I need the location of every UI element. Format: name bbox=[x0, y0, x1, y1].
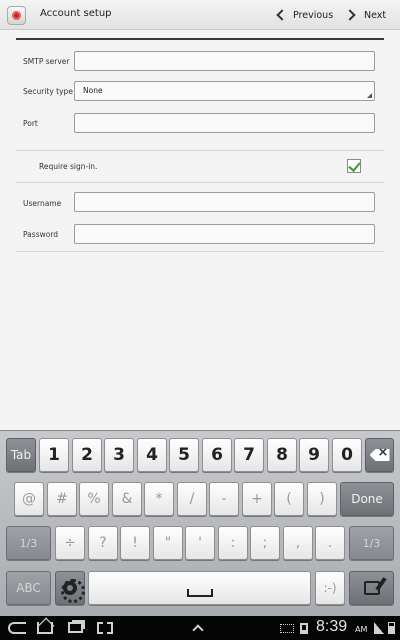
username-label: Username bbox=[23, 199, 62, 208]
key-6[interactable]: 6 bbox=[202, 438, 232, 472]
key-colon[interactable]: : bbox=[218, 526, 248, 560]
key-4[interactable]: 4 bbox=[137, 438, 167, 472]
next-label: Next bbox=[364, 9, 387, 21]
password-label: Password bbox=[23, 230, 59, 239]
port-label: Port bbox=[23, 119, 38, 128]
divider bbox=[16, 182, 384, 183]
action-bar: Account setup Previous Next bbox=[0, 0, 400, 30]
key-plus[interactable]: + bbox=[242, 482, 272, 516]
dropdown-arrow-icon bbox=[367, 93, 372, 98]
key-2[interactable]: 2 bbox=[72, 438, 102, 472]
require-signin-label: Require sign-in. bbox=[39, 162, 98, 171]
key-hash[interactable]: # bbox=[47, 482, 77, 516]
key-1[interactable]: 1 bbox=[39, 438, 69, 472]
screenshot-icon[interactable] bbox=[97, 622, 113, 634]
key-open-paren[interactable]: ( bbox=[274, 482, 304, 516]
key-semicolon[interactable]: ; bbox=[250, 526, 280, 560]
smtp-server-field[interactable] bbox=[74, 51, 375, 71]
smiley-key[interactable]: :-) bbox=[315, 571, 345, 605]
next-button[interactable]: Next bbox=[344, 6, 387, 24]
key-period[interactable]: . bbox=[315, 526, 345, 560]
done-key[interactable]: Done bbox=[340, 482, 394, 516]
gear-icon bbox=[61, 579, 85, 603]
key-divide[interactable]: ÷ bbox=[55, 526, 85, 560]
email-app-icon bbox=[7, 6, 26, 25]
usb-icon bbox=[300, 623, 308, 634]
back-icon[interactable] bbox=[8, 622, 26, 634]
key-close-paren[interactable]: ) bbox=[307, 482, 337, 516]
key-asterisk[interactable]: * bbox=[144, 482, 174, 516]
chevron-left-icon bbox=[276, 9, 288, 21]
key-double-quote[interactable]: " bbox=[153, 526, 183, 560]
key-minus[interactable]: - bbox=[209, 482, 239, 516]
page-title: Account setup bbox=[40, 8, 112, 19]
system-bar: 8:39 AM bbox=[0, 616, 400, 640]
divider bbox=[16, 150, 384, 151]
key-5[interactable]: 5 bbox=[169, 438, 199, 472]
page-left-key[interactable]: 1/3 bbox=[6, 526, 51, 560]
security-type-select[interactable]: None bbox=[74, 81, 375, 101]
key-3[interactable]: 3 bbox=[104, 438, 134, 472]
backspace-key[interactable] bbox=[365, 438, 394, 472]
account-form: SMTP server Security type None Port Requ… bbox=[0, 30, 400, 430]
port-field[interactable] bbox=[74, 113, 375, 133]
chevron-up-icon[interactable] bbox=[192, 624, 204, 636]
security-type-label: Security type bbox=[23, 87, 73, 96]
key-slash[interactable]: / bbox=[177, 482, 207, 516]
tab-key[interactable]: Tab bbox=[6, 438, 36, 472]
key-9[interactable]: 9 bbox=[299, 438, 329, 472]
clock-ampm: AM bbox=[355, 625, 368, 634]
key-question[interactable]: ? bbox=[88, 526, 118, 560]
key-8[interactable]: 8 bbox=[267, 438, 297, 472]
key-single-quote[interactable]: ' bbox=[185, 526, 215, 560]
clock-time: 8:39 bbox=[316, 618, 348, 635]
keyboard-icon bbox=[280, 624, 294, 633]
space-icon bbox=[186, 589, 213, 597]
username-field[interactable] bbox=[74, 192, 375, 212]
previous-label: Previous bbox=[293, 9, 334, 21]
key-0[interactable]: 0 bbox=[332, 438, 362, 472]
key-comma[interactable]: , bbox=[283, 526, 313, 560]
divider bbox=[16, 251, 384, 252]
clipboard-key[interactable] bbox=[349, 571, 394, 605]
battery-icon bbox=[388, 622, 395, 634]
smtp-server-label: SMTP server bbox=[23, 57, 70, 66]
backspace-icon bbox=[369, 449, 390, 461]
settings-key[interactable] bbox=[55, 571, 85, 605]
header-rule bbox=[16, 38, 384, 40]
password-field[interactable] bbox=[74, 224, 375, 244]
clipboard-edit-icon bbox=[363, 581, 380, 595]
key-ampersand[interactable]: & bbox=[112, 482, 142, 516]
key-exclaim[interactable]: ! bbox=[120, 526, 150, 560]
key-7[interactable]: 7 bbox=[234, 438, 264, 472]
require-signin-checkbox[interactable] bbox=[347, 159, 361, 173]
home-icon[interactable] bbox=[37, 622, 53, 634]
security-type-value: None bbox=[83, 86, 103, 95]
signal-icon bbox=[374, 622, 384, 634]
key-percent[interactable]: % bbox=[79, 482, 109, 516]
recent-apps-icon[interactable] bbox=[68, 622, 83, 633]
abc-key[interactable]: ABC bbox=[6, 571, 51, 605]
page-right-key[interactable]: 1/3 bbox=[349, 526, 394, 560]
chevron-right-icon bbox=[344, 9, 356, 21]
previous-button[interactable]: Previous bbox=[275, 6, 333, 24]
on-screen-keyboard: Tab 1 2 3 4 5 6 7 8 9 0 @ # % & * / - + … bbox=[0, 430, 400, 616]
key-at[interactable]: @ bbox=[14, 482, 44, 516]
space-key[interactable] bbox=[88, 571, 311, 605]
